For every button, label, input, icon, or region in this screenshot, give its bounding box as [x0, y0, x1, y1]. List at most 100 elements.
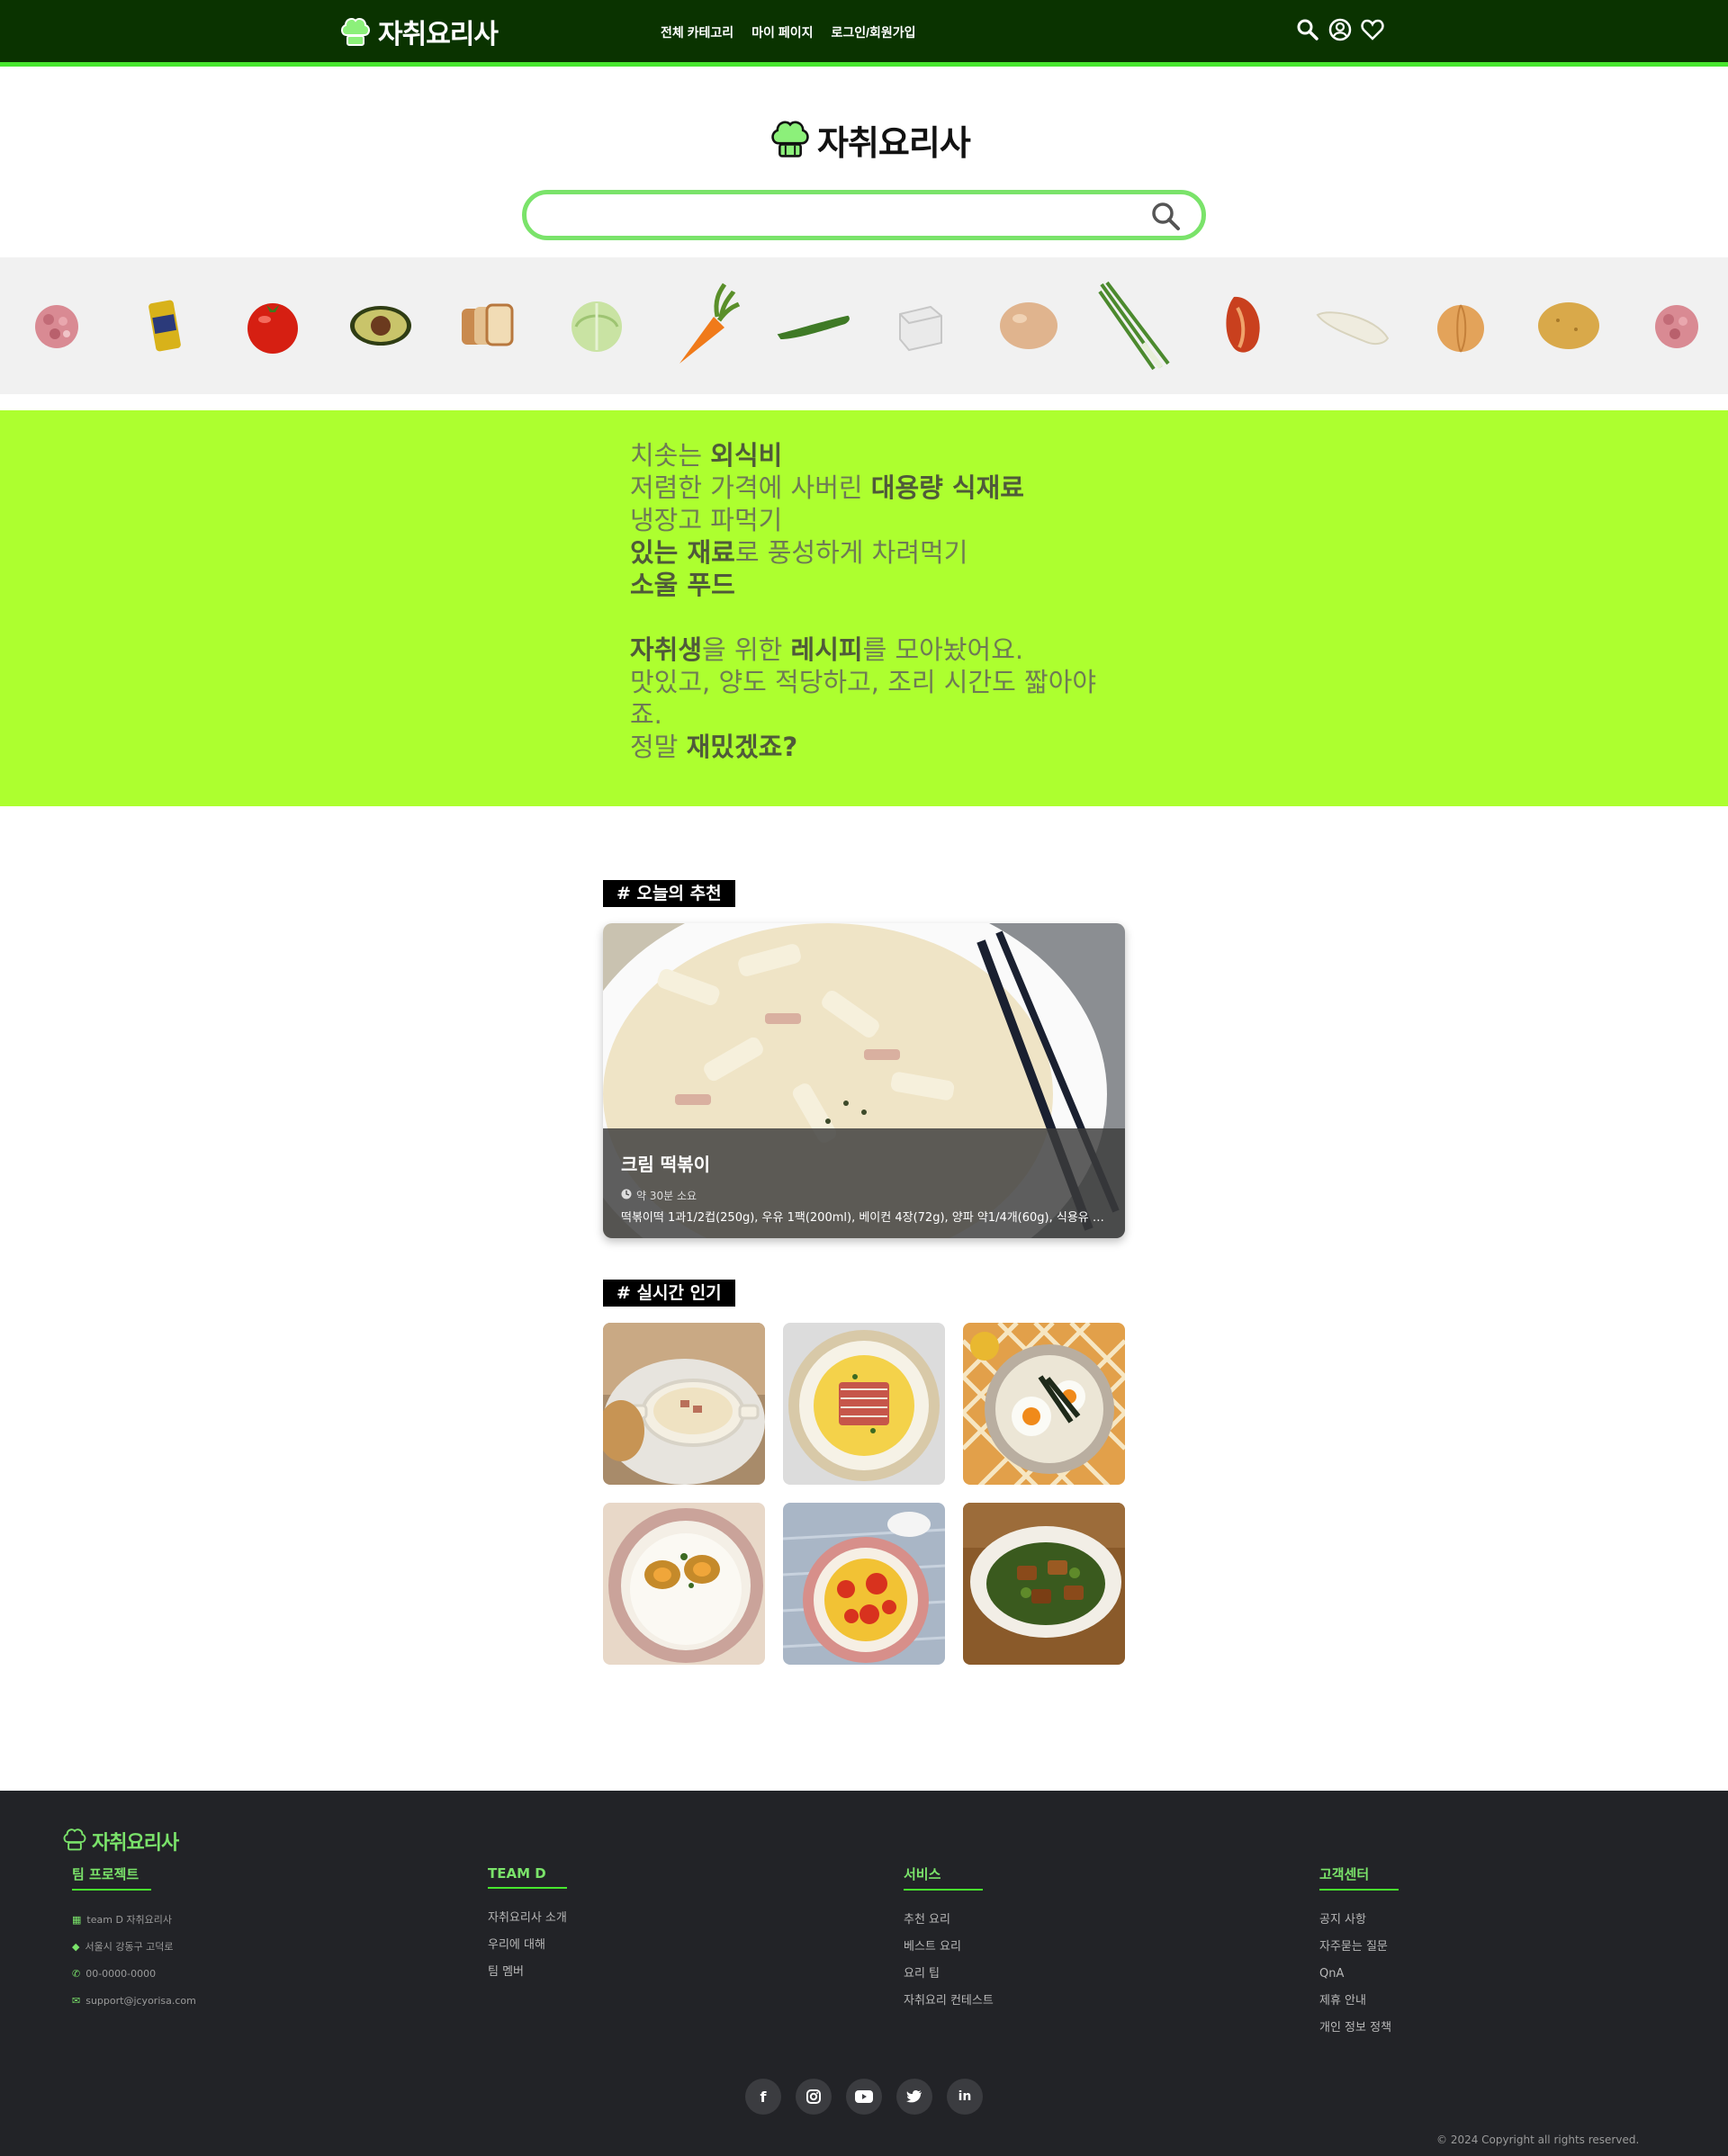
intro-text-run: 을 위한	[702, 634, 791, 665]
popular-recipe-thumb[interactable]	[963, 1323, 1125, 1485]
intro-line: 정말 재밌겠죠?	[630, 731, 1098, 763]
facebook-icon[interactable]: f	[745, 2079, 781, 2115]
intro-text-run: 냉장고 파먹기	[630, 505, 783, 535]
cook-time-label: 약 30분 소요	[636, 1190, 698, 1202]
footer-column-support: 고객센터 공지 사항 자주묻는 질문 QnA 제휴 안내 개인 정보 정책	[1319, 1864, 1399, 2042]
intro-text-run: 맛있고, 양도 적당하고, 조리 시간도 짧아야죠.	[630, 667, 1097, 730]
intro-text-run: 치솟는	[630, 440, 711, 471]
popular-recipe-thumb[interactable]	[603, 1323, 765, 1485]
linkedin-icon[interactable]: in	[947, 2079, 983, 2115]
featured-recipe-info: 크림 떡볶이 약 30분 소요 떡볶이떡 1과1/2컵(250g), 우유 1팩…	[603, 1128, 1125, 1238]
footer-link[interactable]: 요리 팁	[904, 1961, 994, 1988]
potato-icon[interactable]	[1528, 257, 1609, 394]
user-icon[interactable]	[1328, 18, 1352, 41]
footer-link[interactable]: 팀 멤버	[488, 1959, 567, 1986]
cabbage-icon[interactable]	[556, 257, 637, 394]
footer-link[interactable]: 제휴 안내	[1319, 1988, 1399, 2015]
tomato-icon[interactable]	[232, 257, 313, 394]
footer-info-item: ◆ 서울시 강동구 고덕로	[72, 1934, 196, 1961]
intro-line: 자취생을 위한 레시피를 모아놨어요.	[630, 633, 1098, 666]
footer-link[interactable]: 베스트 요리	[904, 1934, 994, 1961]
brand-logo[interactable]: 자취요리사	[340, 13, 499, 50]
twitter-icon[interactable]	[896, 2079, 932, 2115]
egg-icon[interactable]	[988, 257, 1069, 394]
carrot-icon[interactable]	[664, 257, 745, 394]
brand-name: 자취요리사	[817, 122, 971, 163]
intro-line: 치솟는 외식비	[630, 439, 1098, 472]
footer: 자취요리사 팀 프로젝트 ▦ team D 자취요리사 ◆ 서울시 강동구 고덕로 …	[0, 1791, 1728, 2156]
radish-icon[interactable]	[1312, 257, 1393, 394]
search-icon[interactable]	[1296, 18, 1319, 41]
footer-column-team-project: 팀 프로젝트 ▦ team D 자취요리사 ◆ 서울시 강동구 고덕로 ✆ 00-00…	[72, 1864, 196, 2015]
footer-link[interactable]: QnA	[1319, 1961, 1399, 1988]
footer-link[interactable]: 자주묻는 질문	[1319, 1934, 1399, 1961]
intro-section: 치솟는 외식비 저렴한 가격에 사버린 대용량 식재료 냉장고 파먹기 있는 재료로 …	[0, 410, 1728, 806]
instagram-icon[interactable]	[796, 2079, 832, 2115]
footer-column-title: TEAM D	[488, 1865, 567, 1889]
footer-link[interactable]: 자취요리사 소개	[488, 1905, 567, 1932]
footer-link[interactable]: 추천 요리	[904, 1907, 994, 1934]
ground-meat-icon[interactable]	[16, 257, 97, 394]
nav-icons	[1296, 18, 1384, 41]
popular-recipe-thumb[interactable]	[783, 1503, 945, 1665]
intro-emphasis: 대용량 식재료	[870, 472, 1024, 503]
clock-icon	[621, 1189, 632, 1202]
footer-link[interactable]: 공지 사항	[1319, 1907, 1399, 1934]
nav-link-login[interactable]: 로그인/회원가입	[831, 23, 915, 41]
footer-info-item: ✉ support@jcyorisa.com	[72, 1988, 196, 2015]
heart-icon[interactable]	[1361, 18, 1384, 41]
footer-info-item: ▦ team D 자취요리사	[72, 1907, 196, 1934]
chef-hat-icon	[770, 117, 810, 164]
ground-meat-icon[interactable]	[1636, 257, 1717, 394]
intro-line	[630, 601, 1098, 633]
team-icon: ▦	[72, 1914, 82, 1926]
footer-info-item: ✆ 00-0000-0000	[72, 1961, 196, 1988]
onion-icon[interactable]	[1420, 257, 1501, 394]
nav-links: 전체 카테고리 마이 페이지 로그인/회원가입	[661, 23, 916, 41]
popular-recipe-thumb[interactable]	[963, 1503, 1125, 1665]
nav-link-category[interactable]: 전체 카테고리	[661, 23, 734, 41]
hero-logo[interactable]: 자취요리사	[770, 115, 971, 165]
footer-logo[interactable]: 자취요리사	[63, 1827, 179, 1855]
avocado-icon[interactable]	[340, 257, 421, 394]
intro-emphasis: 외식비	[710, 440, 783, 471]
footer-column-title: 고객센터	[1319, 1864, 1399, 1891]
top-nav: 자취요리사 전체 카테고리 마이 페이지 로그인/회원가입	[0, 0, 1728, 67]
youtube-icon[interactable]	[846, 2079, 882, 2115]
footer-link[interactable]: 개인 정보 정책	[1319, 2015, 1399, 2042]
nav-link-mypage[interactable]: 마이 페이지	[752, 23, 813, 41]
intro-text-run: 를 모아놨어요.	[862, 634, 1024, 665]
chef-hat-icon	[63, 1827, 86, 1855]
footer-link[interactable]: 자취요리 컨테스트	[904, 1988, 994, 2015]
intro-line: 저렴한 가격에 사버린 대용량 식재료	[630, 472, 1098, 504]
intro-text-run: 저렴한 가격에 사버린	[630, 472, 871, 503]
main-search	[522, 190, 1206, 240]
search-input[interactable]	[544, 200, 1120, 230]
intro-emphasis: 있는 재료	[630, 537, 735, 568]
intro-text-run: 정말	[630, 732, 687, 762]
popular-recipe-thumb[interactable]	[783, 1323, 945, 1485]
popular-recipe-thumb[interactable]	[603, 1503, 765, 1665]
featured-recipe-title: 크림 떡볶이	[621, 1154, 710, 1175]
green-onion-icon[interactable]	[1096, 257, 1177, 394]
canned-tuna-icon[interactable]	[124, 257, 205, 394]
copyright: © 2024 Copyright all rights reserved.	[1436, 2134, 1640, 2146]
mail-icon: ✉	[72, 1995, 81, 2007]
intro-emphasis: 재밌겠죠?	[686, 732, 798, 762]
footer-column-team-d: TEAM D 자취요리사 소개 우리에 대해 팀 멤버	[488, 1864, 567, 1986]
search-icon[interactable]	[1149, 200, 1182, 232]
intro-copy: 치솟는 외식비 저렴한 가격에 사버린 대용량 식재료 냉장고 파먹기 있는 재료로 …	[630, 439, 1098, 763]
kimchi-icon[interactable]	[1204, 257, 1285, 394]
intro-line: 있는 재료로 풍성하게 차려먹기	[630, 536, 1098, 569]
featured-recipe-card[interactable]: 크림 떡볶이 약 30분 소요 떡볶이떡 1과1/2컵(250g), 우유 1팩…	[603, 923, 1125, 1238]
tofu-icon[interactable]	[880, 257, 961, 394]
bread-icon[interactable]	[448, 257, 529, 394]
intro-emphasis: 레시피	[790, 634, 863, 665]
intro-emphasis: 소울 푸드	[630, 570, 735, 600]
intro-line: 소울 푸드	[630, 569, 1098, 601]
intro-line: 냉장고 파먹기	[630, 504, 1098, 536]
cucumber-icon[interactable]	[772, 257, 853, 394]
section-tag-today: # 오늘의 추천	[603, 880, 735, 907]
footer-link[interactable]: 우리에 대해	[488, 1932, 567, 1959]
brand-name: 자취요리사	[92, 1831, 179, 1855]
